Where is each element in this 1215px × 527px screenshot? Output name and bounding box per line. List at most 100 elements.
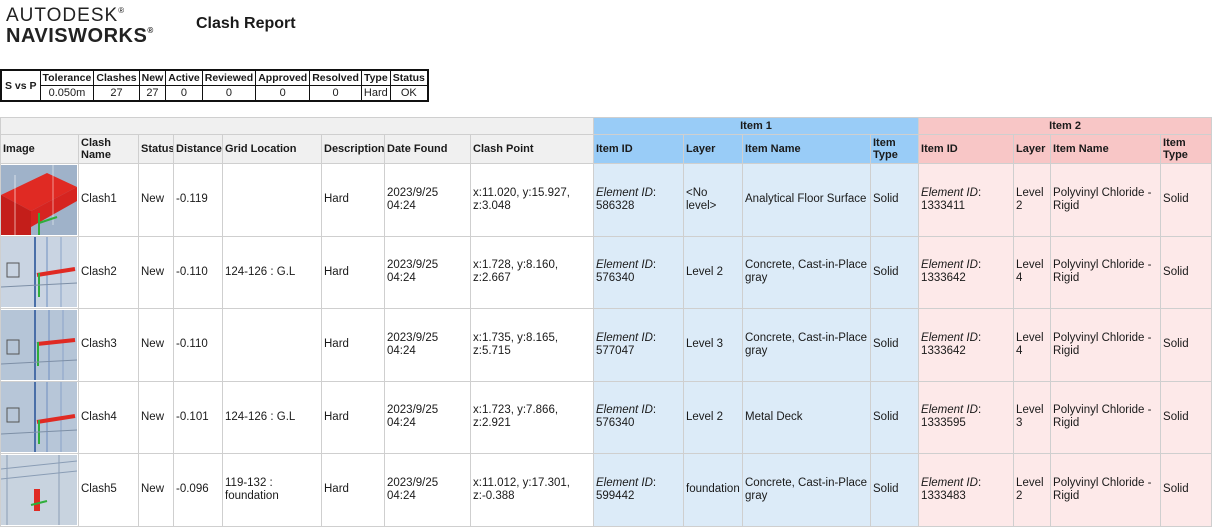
description-cell: Hard: [321, 308, 385, 382]
summary-header-row: S vs P Tolerance Clashes New Active Revi…: [0, 69, 429, 102]
item1-type-cell: Solid: [869, 235, 920, 309]
summary-header-new: New: [138, 69, 167, 86]
item1-name-cell: Concrete, Cast-in-Place gray: [742, 308, 871, 382]
item1-id-cell: Element ID: 599442: [593, 453, 684, 527]
col-header-clash-name: Clash Name: [78, 134, 139, 164]
grid-location-cell: [222, 163, 322, 237]
element-id-value: 577047: [596, 344, 635, 357]
col-header-item1-type: Item Type: [869, 134, 920, 164]
description-cell: Hard: [321, 380, 385, 454]
item2-id-cell: Element ID: 1333483: [918, 453, 1015, 527]
summary-value-resolved: 0: [309, 85, 362, 102]
element-id-label: Element ID: [596, 186, 653, 199]
element-id-value: 1333642: [921, 272, 966, 285]
clash-table: Item 1 Item 2 Image Clash Name Status Di…: [0, 117, 1213, 527]
report-title: Clash Report: [196, 15, 296, 32]
col-header-image: Image: [0, 134, 79, 164]
item2-layer-cell: Level 4: [1013, 308, 1052, 382]
item2-name-cell: Polyvinyl Chloride - Rigid: [1050, 163, 1162, 237]
test-name: S vs P: [0, 69, 41, 102]
col-header-description: Description: [321, 134, 385, 164]
item1-layer-cell: <No level>: [683, 163, 743, 237]
logo-line-navisworks: NAVISWORKS®: [6, 25, 154, 47]
clash-name-cell: Clash5: [78, 453, 139, 527]
item2-id-cell: Element ID: 1333642: [918, 235, 1015, 309]
col-header-date-found: Date Found: [384, 134, 471, 164]
item2-layer-cell: Level 2: [1013, 163, 1052, 237]
clash-thumbnail[interactable]: [0, 308, 79, 382]
summary-header-resolved: Resolved: [309, 69, 362, 86]
logo-line-autodesk: AUTODESK®: [6, 5, 126, 26]
item2-layer-cell: Level 3: [1013, 380, 1052, 454]
date-found-cell: 2023/9/25 04:24: [384, 235, 471, 309]
clash-thumbnail[interactable]: [0, 235, 79, 309]
element-id-value: 586328: [596, 199, 635, 212]
item2-layer-cell: Level 4: [1013, 235, 1052, 309]
clash-thumbnail[interactable]: [0, 453, 79, 527]
element-id-label: Element ID: [596, 476, 653, 489]
col-header-status: Status: [138, 134, 174, 164]
col-header-distance: Distance: [173, 134, 223, 164]
element-id-value: 1333411: [921, 199, 965, 212]
summary-value-new: 27: [138, 85, 167, 102]
status-cell: New: [138, 163, 174, 237]
table-row: Clash4 New -0.101 124-126 : G.L Hard 2023/9/2…: [0, 380, 1213, 454]
clash-name-cell: Clash1: [78, 163, 139, 237]
column-header-row: Image Clash Name Status Distance Grid Lo…: [0, 134, 1213, 164]
group-header-row: Item 1 Item 2: [0, 117, 1213, 135]
col-header-item1-id: Item ID: [593, 134, 684, 164]
date-found-cell: 2023/9/25 04:24: [384, 163, 471, 237]
status-cell: New: [138, 235, 174, 309]
summary-header-reviewed: Reviewed: [201, 69, 257, 86]
col-header-item1-layer: Layer: [683, 134, 743, 164]
item1-id-cell: Element ID: 576340: [593, 380, 684, 454]
item1-layer-cell: Level 2: [683, 380, 743, 454]
status-cell: New: [138, 308, 174, 382]
distance-cell: -0.096: [173, 453, 223, 527]
item2-type-cell: Solid: [1160, 308, 1213, 382]
distance-cell: -0.110: [173, 308, 223, 382]
summary-value-status: OK: [389, 85, 429, 102]
date-found-cell: 2023/9/25 04:24: [384, 380, 471, 454]
clash-point-cell: x:11.012, y:17.301, z:-0.388: [470, 453, 594, 527]
item2-layer-cell: Level 2: [1013, 453, 1052, 527]
clash-point-cell: x:1.723, y:7.866, z:2.921: [470, 380, 594, 454]
element-id-value: 599442: [596, 489, 635, 502]
summary-value-tolerance: 0.050m: [39, 85, 95, 102]
summary-value-type: Hard: [360, 85, 391, 102]
col-header-item2-layer: Layer: [1013, 134, 1052, 164]
group-header-item2: Item 2: [918, 117, 1213, 135]
item1-type-cell: Solid: [869, 453, 920, 527]
item2-id-cell: Element ID: 1333642: [918, 308, 1015, 382]
clash-thumbnail[interactable]: [0, 380, 79, 454]
summary-header-type: Type: [360, 69, 391, 86]
status-cell: New: [138, 453, 174, 527]
item2-type-cell: Solid: [1160, 380, 1213, 454]
item1-name-cell: Concrete, Cast-in-Place gray: [742, 235, 871, 309]
clash-point-cell: x:1.735, y:8.165, z:5.715: [470, 308, 594, 382]
distance-cell: -0.101: [173, 380, 223, 454]
element-id-label: Element ID: [921, 404, 978, 417]
date-found-cell: 2023/9/25 04:24: [384, 453, 471, 527]
item1-name-cell: Concrete, Cast-in-Place gray: [742, 453, 871, 527]
summary-value-clashes: 27: [93, 85, 140, 102]
element-id-value: 1333595: [921, 417, 966, 430]
col-header-item2-name: Item Name: [1050, 134, 1162, 164]
clash-thumbnail[interactable]: [0, 163, 79, 237]
summary-header-status: Status: [389, 69, 429, 86]
item2-name-cell: Polyvinyl Chloride - Rigid: [1050, 380, 1162, 454]
item1-layer-cell: foundation: [683, 453, 743, 527]
item1-id-cell: Element ID: 586328: [593, 163, 684, 237]
grid-location-cell: 124-126 : G.L: [222, 235, 322, 309]
date-found-cell: 2023/9/25 04:24: [384, 308, 471, 382]
element-id-label: Element ID: [921, 476, 978, 489]
element-id-label: Element ID: [596, 404, 653, 417]
table-row: Clash2 New -0.110 124-126 : G.L Hard 2023/9/2…: [0, 235, 1213, 309]
item1-name-cell: Analytical Floor Surface: [742, 163, 871, 237]
item1-id-cell: Element ID: 577047: [593, 308, 684, 382]
group-header-clash: [0, 117, 594, 135]
table-row: Clash3 New -0.110 Hard 2023/9/25 04:24 x:1.73…: [0, 308, 1213, 382]
summary-value-reviewed: 0: [201, 85, 257, 102]
distance-cell: -0.110: [173, 235, 223, 309]
item1-name-cell: Metal Deck: [742, 380, 871, 454]
